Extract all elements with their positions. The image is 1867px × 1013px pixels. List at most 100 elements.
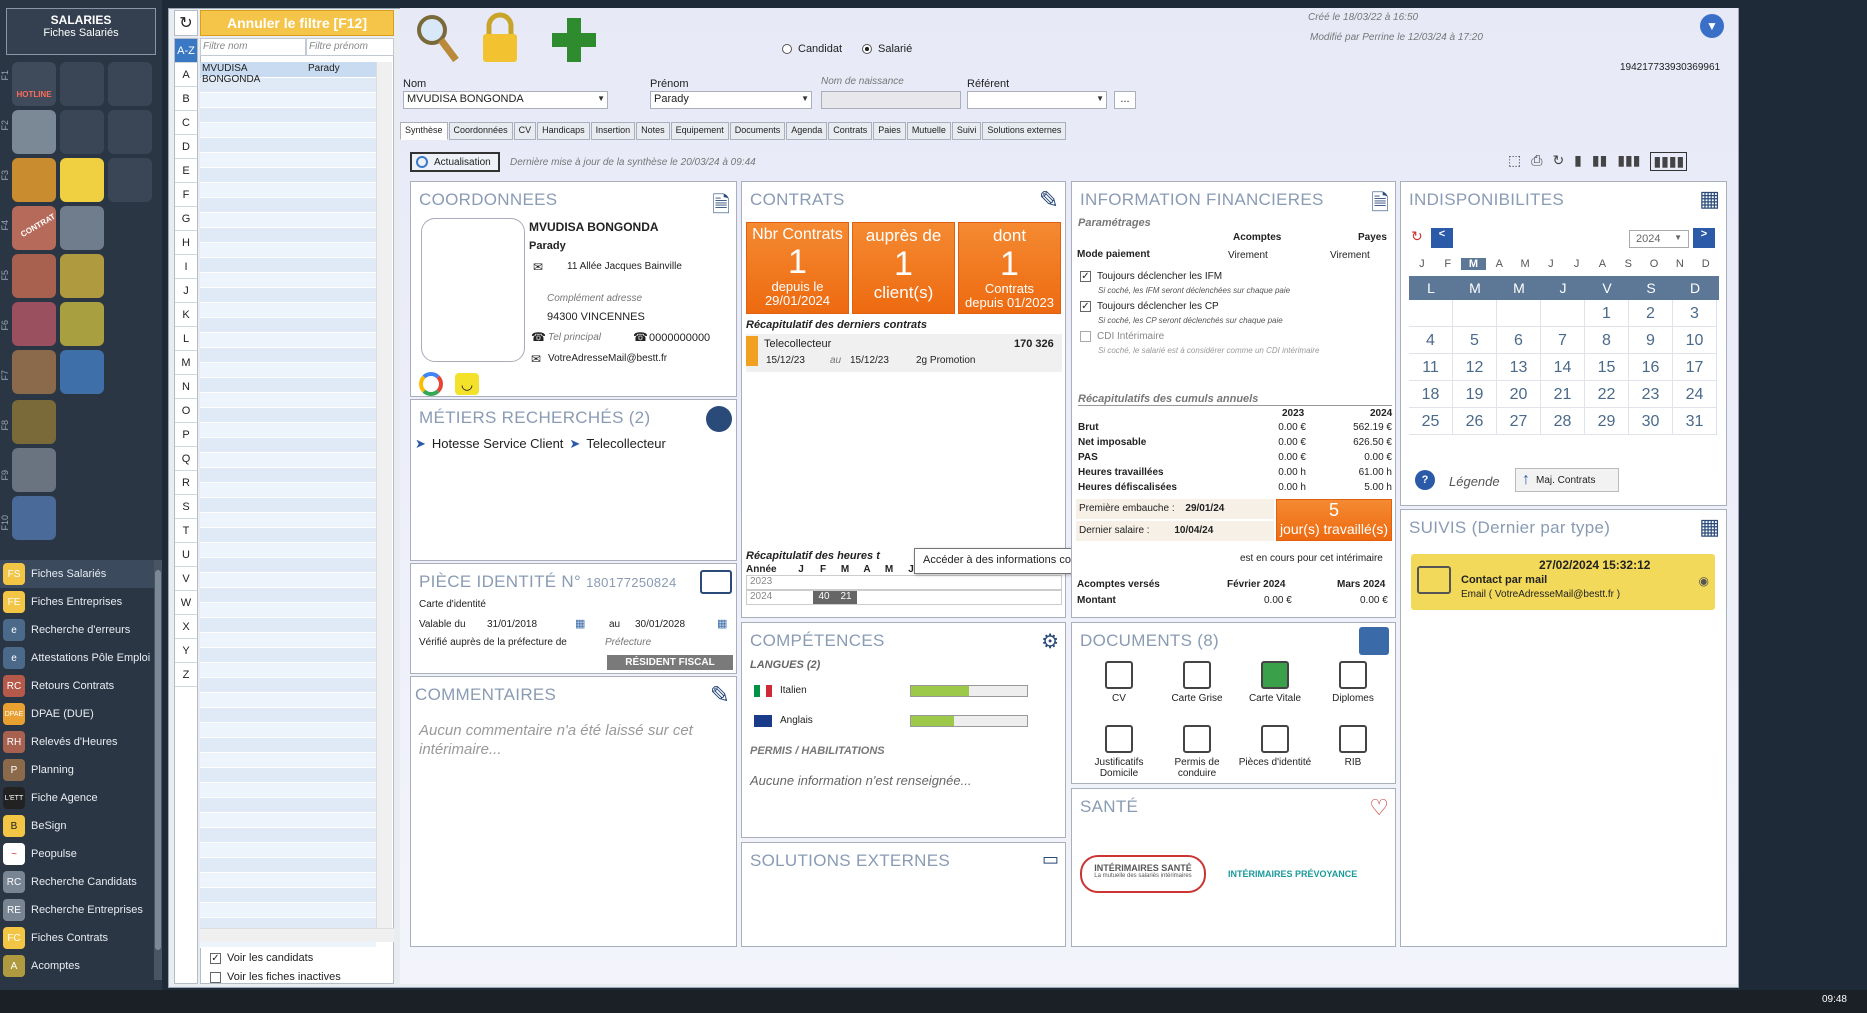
month-11[interactable]: D <box>1693 258 1719 270</box>
lock-icon[interactable] <box>480 12 520 64</box>
layout2-icon[interactable]: ▮▮ <box>1592 152 1607 171</box>
smiley-icon[interactable]: ◡ <box>455 373 479 395</box>
calendar-day[interactable]: 24 <box>1673 381 1717 408</box>
table-row-empty[interactable] <box>200 783 376 798</box>
gear-tile[interactable] <box>12 448 56 492</box>
calendar-day[interactable]: 16 <box>1629 354 1673 381</box>
nbr-contrats-box[interactable]: Nbr Contrats 1 depuis le 29/01/2024 <box>746 222 849 314</box>
tab-12[interactable]: Suivi <box>951 122 982 140</box>
calendar-day[interactable]: 10 <box>1673 327 1717 354</box>
nav-item-peopulse[interactable]: ~ Peopulse <box>0 840 154 868</box>
tab-4[interactable]: Insertion <box>590 122 636 140</box>
document-item[interactable]: Permis de conduire <box>1158 725 1236 783</box>
table-row-empty[interactable] <box>200 603 376 618</box>
month-1[interactable]: F <box>1435 258 1461 270</box>
list-hscrollbar[interactable] <box>200 928 394 942</box>
tab-8[interactable]: Agenda <box>786 122 828 140</box>
referent-more-button[interactable]: ... <box>1114 91 1136 109</box>
referent-select[interactable] <box>967 91 1107 109</box>
table-row-empty[interactable] <box>200 828 376 843</box>
table-row-empty[interactable] <box>200 903 376 918</box>
table-row-empty[interactable] <box>200 543 376 558</box>
table-row-empty[interactable] <box>200 663 376 678</box>
nav-item-releves[interactable]: RH Relevés d'Heures <box>0 728 154 756</box>
invoice-icon[interactable]: 🗎 <box>1371 186 1389 224</box>
table-row-empty[interactable] <box>200 393 376 408</box>
table-row-empty[interactable] <box>200 318 376 333</box>
help-icon[interactable]: ? <box>1415 470 1435 490</box>
table-row-empty[interactable] <box>200 483 376 498</box>
calendar-day[interactable]: 4 <box>1409 327 1453 354</box>
jours-travailles-box[interactable]: 5 jour(s) travaillé(s) <box>1276 499 1392 541</box>
nav-item-recherche-erreurs[interactable]: e Recherche d'erreurs <box>0 616 154 644</box>
letter-j[interactable]: J <box>175 279 197 303</box>
document-item[interactable]: CV <box>1080 661 1158 719</box>
month-7[interactable]: A <box>1590 258 1616 270</box>
table-row-empty[interactable] <box>200 693 376 708</box>
next-year-button[interactable]: > <box>1693 228 1715 248</box>
nav-item-attestations[interactable]: e Attestations Pôle Emploi <box>0 644 154 672</box>
tab-1[interactable]: Coordonnées <box>448 122 513 140</box>
table-row-empty[interactable] <box>200 258 376 273</box>
contrat-tile[interactable]: CONTRAT <box>12 206 57 250</box>
letter-s[interactable]: S <box>175 495 197 519</box>
stethoscope-icon[interactable]: ♡ <box>1369 795 1389 821</box>
cdi-checkbox[interactable]: CDI Intérimaire <box>1080 331 1164 342</box>
table-row[interactable]: MVUDISA BONGONDA Parady <box>200 62 376 85</box>
cancel-filter-button[interactable]: Annuler le filtre [F12] <box>200 10 394 36</box>
letter-z[interactable]: Z <box>175 663 197 687</box>
maj-contrats-button[interactable]: ↑ Maj. Contrats <box>1515 468 1619 492</box>
table-row-empty[interactable] <box>200 138 376 153</box>
letter-u[interactable]: U <box>175 543 197 567</box>
letter-o[interactable]: O <box>175 399 197 423</box>
card-tile[interactable] <box>60 158 104 202</box>
calendar-clock-icon[interactable]: ▦ <box>1699 514 1720 540</box>
calendar-day[interactable] <box>1541 300 1585 327</box>
table-row-empty[interactable] <box>200 468 376 483</box>
document-item[interactable]: Carte Grise <box>1158 661 1236 719</box>
chevron-down-icon[interactable]: ▼ <box>1700 14 1724 38</box>
prev-year-button[interactable]: < <box>1431 228 1453 248</box>
document-item[interactable]: RIB <box>1314 725 1392 783</box>
tab-11[interactable]: Mutuelle <box>906 122 951 140</box>
calendar-day[interactable]: 3 <box>1673 300 1717 327</box>
calendar-day[interactable]: 5 <box>1453 327 1497 354</box>
layout3-icon[interactable]: ▮▮▮ <box>1617 152 1640 171</box>
clients-box[interactable]: auprès de 1 client(s) <box>852 222 955 314</box>
letter-x[interactable]: X <box>175 615 197 639</box>
table-row-empty[interactable] <box>200 858 376 873</box>
refresh-icon[interactable]: ↻ <box>1411 228 1423 245</box>
ifm-checkbox[interactable]: ✓ Toujours déclencher les IFM <box>1080 271 1222 282</box>
table-row-empty[interactable] <box>200 843 376 858</box>
calendar-day[interactable]: 12 <box>1453 354 1497 381</box>
tab-10[interactable]: Paies <box>873 122 906 140</box>
calendar-day[interactable]: 28 <box>1541 408 1585 435</box>
calendar-day[interactable] <box>1497 300 1541 327</box>
month-9[interactable]: O <box>1641 258 1667 270</box>
table-row-empty[interactable] <box>200 93 376 108</box>
table-row-empty[interactable] <box>200 888 376 903</box>
calendar-day[interactable]: 17 <box>1673 354 1717 381</box>
reload-icon[interactable]: ↻ <box>1552 152 1564 171</box>
contact-card-icon[interactable]: 🗎 <box>712 188 730 226</box>
letter-p[interactable]: P <box>175 423 197 447</box>
table-row-empty[interactable] <box>200 363 376 378</box>
table-row-empty[interactable] <box>200 243 376 258</box>
nom-field[interactable]: MVUDISA BONGONDA <box>403 91 608 109</box>
table-row-empty[interactable] <box>200 213 376 228</box>
table-row-empty[interactable] <box>200 633 376 648</box>
month-0[interactable]: J <box>1409 258 1435 270</box>
coins-tile[interactable] <box>60 254 104 298</box>
letter-m[interactable]: M <box>175 351 197 375</box>
letter-t[interactable]: T <box>175 519 197 543</box>
table-row-empty[interactable] <box>200 303 376 318</box>
table-row-empty[interactable] <box>200 153 376 168</box>
calendar-day[interactable]: 25 <box>1409 408 1453 435</box>
naissance-field[interactable] <box>821 91 961 109</box>
interimaires-prevoyance-logo[interactable]: INTÉRIMAIRES PRÉVOYANCE <box>1228 869 1357 879</box>
empty-tile[interactable] <box>108 110 152 154</box>
nav-scrollbar[interactable] <box>154 560 162 980</box>
add-icon[interactable] <box>550 16 598 64</box>
list-scrollbar[interactable] <box>376 62 392 932</box>
table-row-empty[interactable] <box>200 768 376 783</box>
